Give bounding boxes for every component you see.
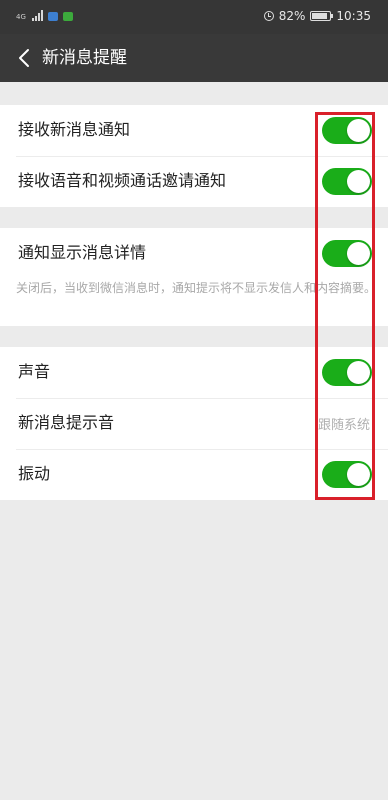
notification-app-icon — [47, 12, 58, 21]
setting-label: 接收新消息通知 — [18, 120, 131, 139]
status-left: 4G — [16, 10, 73, 21]
setting-row-sound: 声音 — [0, 347, 388, 398]
toggle-knob — [347, 170, 370, 193]
setting-row-show-details: 通知显示消息详情 — [0, 228, 388, 279]
notification-group: 接收新消息通知 接收语音和视频通话邀请通知 — [0, 105, 388, 207]
toggle-knob — [347, 361, 370, 384]
setting-label: 新消息提示音 — [18, 413, 115, 432]
alarm-icon — [263, 11, 274, 21]
battery-percent: 82% — [278, 9, 306, 23]
toggle-knob — [347, 119, 370, 142]
ringtone-value: 跟随系统 — [317, 418, 370, 433]
setting-label: 通知显示消息详情 — [18, 243, 147, 262]
details-group: 通知显示消息详情 关闭后，当收到微信消息时，通知提示将不显示发信人和内容摘要。 — [0, 228, 388, 326]
receive-new-message-toggle[interactable] — [322, 117, 372, 144]
setting-label: 振动 — [18, 464, 51, 483]
status-bar: 4G 82% 10:35 — [0, 0, 388, 34]
notification-wechat-icon — [62, 12, 73, 21]
toggle-knob — [347, 242, 370, 265]
call-invites-toggle[interactable] — [322, 168, 372, 195]
chevron-left-icon[interactable] — [14, 47, 36, 69]
sound-toggle[interactable] — [322, 359, 372, 386]
page-title: 新消息提醒 — [42, 48, 127, 68]
clock: 10:35 — [336, 9, 371, 23]
status-right: 82% 10:35 — [263, 9, 371, 23]
setting-label: 声音 — [18, 362, 51, 381]
sound-group: 声音 新消息提示音 跟随系统 振动 — [0, 347, 388, 500]
battery-icon — [310, 11, 334, 21]
show-details-toggle[interactable] — [322, 240, 372, 267]
setting-row-ringtone[interactable]: 新消息提示音 跟随系统 — [0, 398, 388, 449]
setting-label: 接收语音和视频通话邀请通知 — [18, 171, 227, 190]
show-details-description: 关闭后，当收到微信消息时，通知提示将不显示发信人和内容摘要。 — [16, 281, 377, 295]
setting-row-vibrate: 振动 — [0, 449, 388, 500]
setting-row-call-invites: 接收语音和视频通话邀请通知 — [0, 156, 388, 207]
toggle-knob — [347, 463, 370, 486]
setting-row-receive-new-message: 接收新消息通知 — [0, 105, 388, 156]
vibrate-toggle[interactable] — [322, 461, 372, 488]
title-bar: 新消息提醒 — [0, 34, 388, 82]
network-type: 4G — [16, 13, 26, 21]
signal-icon — [31, 10, 43, 21]
